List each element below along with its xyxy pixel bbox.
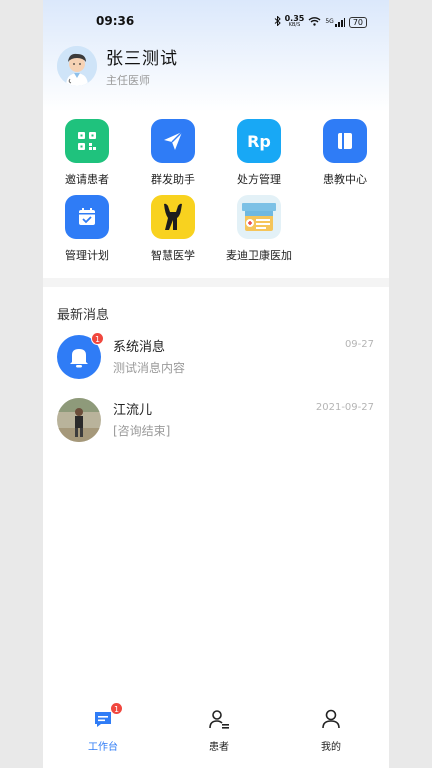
chat-bubble-icon: 1 [63,702,143,732]
message-sender: 江流儿 [113,403,153,418]
doctor-title: 主任医师 [106,74,150,87]
shortcut-maidi-weikang[interactable]: 麦迪卫康医加 [216,195,302,263]
tab-badge: 1 [110,702,123,715]
message-item-system[interactable]: 1 系统消息 测试消息内容 09-27 [57,332,375,381]
status-bar: 09:36 0.35 KB/S 5G 70 [43,12,389,32]
battery-level: 70 [352,17,363,27]
wifi-icon [308,16,321,28]
message-time: 09-27 [344,339,374,350]
bottom-tab-bar: 1 工作台 患者 我的 [43,702,389,768]
user-photo-avatar [57,398,101,442]
message-item-user[interactable]: 江流儿 [咨询结束] 2021-09-27 [57,398,375,444]
message-preview: [咨询结束] [113,424,171,438]
book-icon [323,119,367,163]
doctor-name: 张三测试 [106,49,178,69]
paper-plane-icon [151,119,195,163]
shortcut-prescription[interactable]: Rp 处方管理 [216,119,302,187]
user-profile-icon [291,706,371,732]
bluetooth-icon [274,15,281,28]
medical-kit-icon [237,195,281,239]
doctor-profile[interactable]: 张三测试 主任医师 [57,44,178,88]
tab-mine[interactable]: 我的 [291,706,371,753]
network-speed-value: 0.35 [284,14,305,23]
signal-label: 5G [325,17,334,25]
shortcut-label: 麦迪卫康医加 [226,249,292,262]
shortcut-label: 智慧医学 [151,249,195,262]
shortcut-label: 邀请患者 [65,173,109,186]
shortcut-bulk-message[interactable]: 群发助手 [130,119,216,187]
shortcut-label: 群发助手 [151,173,195,186]
shortcut-education-center[interactable]: 患教中心 [302,119,388,187]
rp-icon-text: Rp [247,131,271,151]
tab-workbench[interactable]: 1 工作台 [63,702,143,753]
avatar[interactable] [57,46,97,86]
patient-list-icon [179,706,259,732]
messages-section-title: 最新消息 [57,308,110,323]
tab-label: 工作台 [88,742,118,753]
shortcut-label: 患教中心 [323,173,367,186]
message-time: 2021-09-27 [315,402,374,413]
unread-badge: 1 [91,332,104,345]
status-time: 09:36 [96,14,135,28]
calendar-check-icon [65,195,109,239]
tab-label: 患者 [209,742,229,753]
tab-patients[interactable]: 患者 [179,706,259,753]
shortcut-management-plan[interactable]: 管理计划 [44,195,130,263]
status-icons: 0.35 KB/S 5G 70 [274,15,367,29]
cellular-signal-icon: 5G [325,17,345,27]
message-sender: 系统消息 [113,340,166,355]
battery-icon: 70 [348,16,367,28]
network-speed-unit: KB/S [288,22,301,28]
profile-text: 张三测试 主任医师 [106,44,178,88]
shortcut-smart-medicine[interactable]: 智慧医学 [130,195,216,263]
tab-label: 我的 [321,742,341,753]
shortcut-label: 管理计划 [65,249,109,262]
rp-icon: Rp [237,119,281,163]
network-speed: 0.35 KB/S [285,15,305,29]
qr-code-icon [65,119,109,163]
section-divider [43,278,389,287]
shortcut-invite-patient[interactable]: 邀请患者 [44,119,130,187]
shortcut-label: 处方管理 [237,173,281,186]
giraffe-logo-icon [151,195,195,239]
app-screen: 09:36 0.35 KB/S 5G 70 张三测试 主任医师 邀请患者 群发助… [43,0,389,768]
message-preview: 测试消息内容 [113,361,186,375]
